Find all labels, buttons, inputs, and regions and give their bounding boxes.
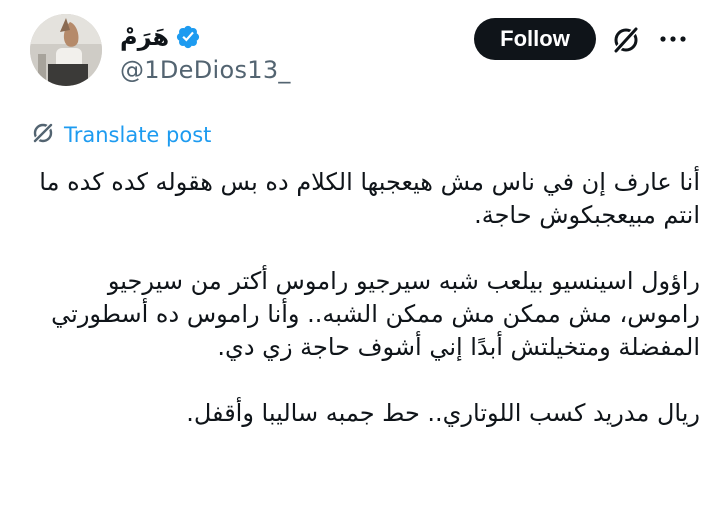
display-name[interactable]: هَرَمْ: [120, 23, 169, 51]
translate-post-link[interactable]: Translate post: [30, 118, 211, 152]
tweet-paragraph-1: أنا عارف إن في ناس مش هيعجبها الكلام ده …: [39, 168, 700, 229]
more-dots-icon[interactable]: [656, 24, 690, 54]
author-name-row[interactable]: هَرَمْ: [120, 20, 201, 54]
follow-button[interactable]: Follow: [474, 18, 596, 60]
tweet-paragraph-3: ريال مدريد كسب اللوتاري.. حط جمبه ساليبا…: [186, 399, 700, 427]
tweet-text: أنا عارف إن في ناس مش هيعجبها الكلام ده …: [24, 166, 700, 463]
translate-icon: [30, 120, 56, 150]
grok-icon[interactable]: [608, 22, 644, 58]
avatar[interactable]: [30, 14, 102, 86]
verified-badge-icon: [175, 24, 201, 50]
tweet-paragraph-2: راؤول اسينسيو بيلعب شبه سيرجيو راموس أكت…: [51, 267, 700, 361]
avatar-image: [30, 14, 102, 86]
author-handle[interactable]: @1DeDios13_: [120, 56, 291, 84]
translate-label[interactable]: Translate post: [64, 123, 211, 147]
tweet-card: هَرَمْ @1DeDios13_ Follow Translate post…: [0, 0, 720, 530]
